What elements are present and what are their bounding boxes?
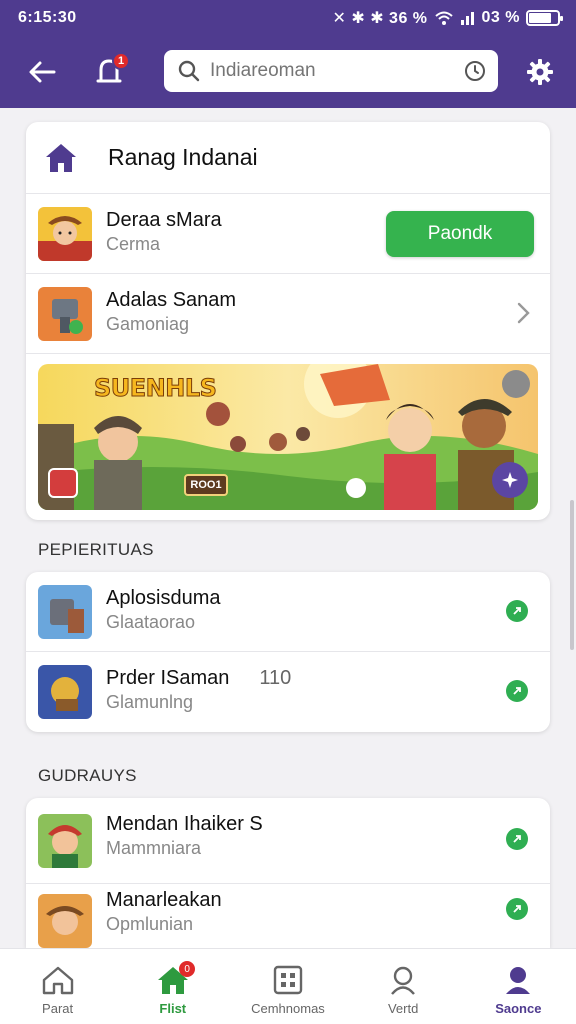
banner-tag: ROO1 — [184, 474, 228, 496]
list-item[interactable]: Prder ISaman 110 Glamunlng — [26, 652, 550, 732]
banner-logo-text: SUENHLS — [93, 374, 217, 403]
list-item-text: Deraa sMara Cerma — [106, 208, 222, 256]
list-item[interactable]: Adalas Sanam Gamoniag — [26, 274, 550, 354]
section-label: GUDRAUYS — [38, 766, 137, 785]
nav-item-vertd[interactable]: Vertd — [346, 949, 461, 1024]
grid-icon — [273, 965, 303, 995]
featured-card: Ranag Indanai Deraa sMara Cerma Paondk A… — [26, 122, 550, 520]
game-thumbnail — [38, 665, 92, 719]
list-item[interactable]: Aplosisduma Glaataorao — [26, 572, 550, 652]
list-item-title: Prder ISaman 110 — [106, 666, 291, 690]
open-button[interactable] — [506, 680, 528, 702]
list-item-subtitle: Cerma — [106, 234, 161, 254]
sparkle-icon — [502, 472, 518, 488]
nav-label: Parat — [42, 1001, 74, 1016]
list-item-text: Manarleakan Opmlunian — [106, 888, 222, 936]
app-bar: 1 — [0, 36, 576, 108]
home-icon — [42, 966, 73, 995]
user-search-icon — [391, 966, 416, 995]
nav-badge: 0 — [179, 961, 196, 977]
list-item-subtitle: Mammniara — [106, 838, 202, 858]
game-thumbnail — [38, 206, 92, 261]
promo-banner[interactable]: SUENHLS ROO1 — [38, 364, 538, 510]
list-item[interactable]: Manarleakan Opmlunian — [26, 884, 550, 948]
settings-button[interactable] — [522, 54, 558, 90]
open-button[interactable] — [506, 600, 528, 622]
game-thumbnail — [38, 894, 92, 948]
search-bar[interactable] — [164, 50, 498, 92]
arrow-right-icon — [513, 687, 521, 695]
status-icons: ✕ ✱ ✱ 36 % 03 % — [332, 8, 563, 28]
list-item-text: Prder ISaman 110 Glamunlng — [106, 666, 291, 714]
back-button[interactable] — [24, 56, 60, 88]
game-thumbnail — [38, 286, 92, 341]
notifications-button[interactable]: 1 — [92, 52, 132, 90]
arrow-right-icon — [513, 905, 521, 913]
banner-action-button[interactable] — [492, 462, 528, 498]
clock-icon[interactable] — [464, 60, 486, 82]
list-item-count: 110 — [259, 667, 292, 689]
nav-item-parat[interactable]: Parat — [0, 949, 115, 1024]
list-item-subtitle: Glaataorao — [106, 612, 196, 632]
list-item-subtitle: Glamunlng — [106, 692, 194, 712]
list-item-title: Adalas Sanam — [106, 289, 237, 311]
chevron-right-icon[interactable] — [516, 302, 530, 324]
primary-action-button[interactable]: Paondk — [386, 211, 534, 257]
gear-icon — [527, 59, 553, 85]
arrow-right-icon — [513, 607, 521, 615]
signal-icon — [460, 12, 474, 25]
nav-item-flist[interactable]: 0 Flist — [115, 949, 230, 1024]
wifi-icon — [434, 11, 453, 25]
nav-label: Vertd — [387, 1001, 419, 1016]
battery-fill — [529, 13, 552, 23]
list-item-title: Deraa sMara — [106, 209, 222, 231]
open-button[interactable] — [506, 828, 528, 850]
game-thumbnail — [38, 584, 92, 639]
list-item-text: Adalas Sanam Gamoniag — [106, 288, 236, 336]
list-item-subtitle: Gamoniag — [106, 314, 190, 334]
battery-icon — [526, 10, 563, 26]
list-item-title: Mendan Ihaiker S — [106, 813, 263, 835]
open-button[interactable] — [506, 898, 528, 920]
list-item[interactable]: Mendan Ihaiker S Mammniara — [26, 798, 550, 884]
list-item-text: Aplosisduma Glaataorao — [106, 586, 221, 634]
featured-title: Ranag Indanai — [108, 144, 258, 170]
arrow-left-icon — [29, 61, 56, 83]
home-icon — [46, 143, 76, 172]
status-bar: 6:15:30 ✕ ✱ ✱ 36 % 03 % — [0, 0, 576, 36]
banner-app-icon — [48, 468, 78, 498]
arrow-right-icon — [513, 835, 521, 843]
section-label: PEPIERITUAS — [38, 540, 154, 559]
section-card: Mendan Ihaiker S Mammniara Manarleakan O… — [26, 798, 550, 948]
nav-label: Flist — [159, 1001, 187, 1016]
status-time: 6:15:30 — [18, 9, 77, 26]
list-item-title: Manarleakan — [106, 889, 222, 911]
game-thumbnail — [38, 813, 92, 868]
list-item[interactable]: Deraa sMara Cerma Paondk — [26, 194, 550, 274]
nav-label: Saonce — [495, 1001, 542, 1016]
battery-percent: 03 % — [481, 9, 520, 26]
list-item-text: Mendan Ihaiker S Mammniara — [106, 812, 263, 860]
nav-label: Cemhnomas — [251, 1001, 325, 1016]
notification-badge: 1 — [112, 52, 130, 70]
search-input[interactable] — [210, 60, 464, 82]
nav-item-cemhnomas[interactable]: Cemhnomas — [230, 949, 345, 1024]
scrollbar[interactable] — [570, 500, 574, 650]
profile-icon — [506, 967, 531, 994]
status-icons-text: ✕ ✱ ✱ 36 % — [332, 10, 428, 27]
bottom-navigation: Parat 0 Flist Cemhnomas Vertd Saonce — [0, 948, 576, 1024]
list-item-title-text: Prder ISaman — [106, 667, 230, 689]
list-item-subtitle: Opmlunian — [106, 914, 194, 934]
section-card: Aplosisduma Glaataorao Prder ISaman 110 G… — [26, 572, 550, 732]
list-item-title: Aplosisduma — [106, 587, 221, 609]
featured-header: Ranag Indanai — [26, 122, 550, 194]
nav-item-saonce[interactable]: Saonce — [461, 949, 576, 1024]
search-icon — [178, 60, 200, 82]
